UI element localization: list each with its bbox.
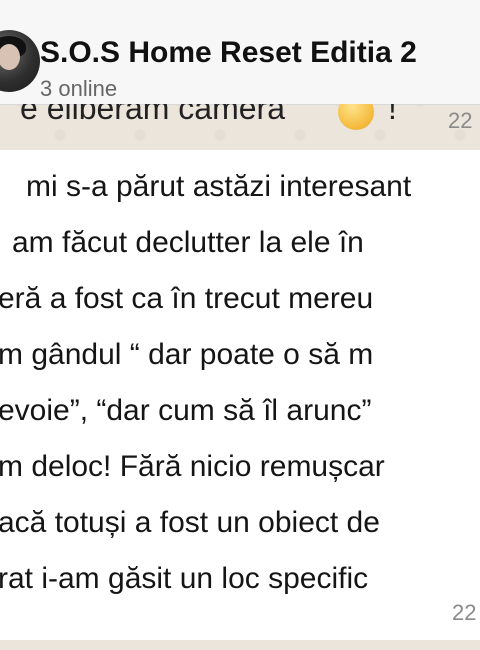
message-line-3: eră a fost ca în trecut mereu xyxy=(0,282,374,315)
message-line-7: acă totuși a fost un obiect de xyxy=(0,506,380,539)
chat-title[interactable]: S.O.S Home Reset Editia 2 xyxy=(40,36,417,70)
group-avatar[interactable] xyxy=(0,30,40,92)
message-line-2: am făcut declutter la ele în xyxy=(12,226,364,259)
message-line-1: mi s-a părut astăzi interesant xyxy=(26,170,412,203)
avatar-face xyxy=(0,44,20,70)
online-status: 3 online xyxy=(40,76,118,101)
previous-message-timestamp: 22 xyxy=(448,108,473,133)
message-line-8: rat i-am găsit un loc specific xyxy=(0,562,369,595)
message-bubble[interactable]: mi s-a părut astăzi interesant am făcut … xyxy=(0,150,480,640)
message-line-6: m deloc! Fără nicio remușcar xyxy=(0,450,385,483)
message-timestamp: 22 xyxy=(452,600,477,625)
smiling-face-emoji-icon xyxy=(338,104,374,130)
previous-message-text: e eliberăm camera xyxy=(20,104,285,126)
message-line-4: m gândul “ dar poate o să m xyxy=(0,338,374,371)
previous-message-punctuation: ! xyxy=(388,104,397,126)
message-line-5: evoie”, “dar cum să îl arunc” xyxy=(0,394,372,427)
previous-message[interactable]: e eliberăm camera ! 22 xyxy=(0,104,480,140)
chat-header[interactable]: S.O.S Home Reset Editia 2 3 online xyxy=(0,0,480,105)
